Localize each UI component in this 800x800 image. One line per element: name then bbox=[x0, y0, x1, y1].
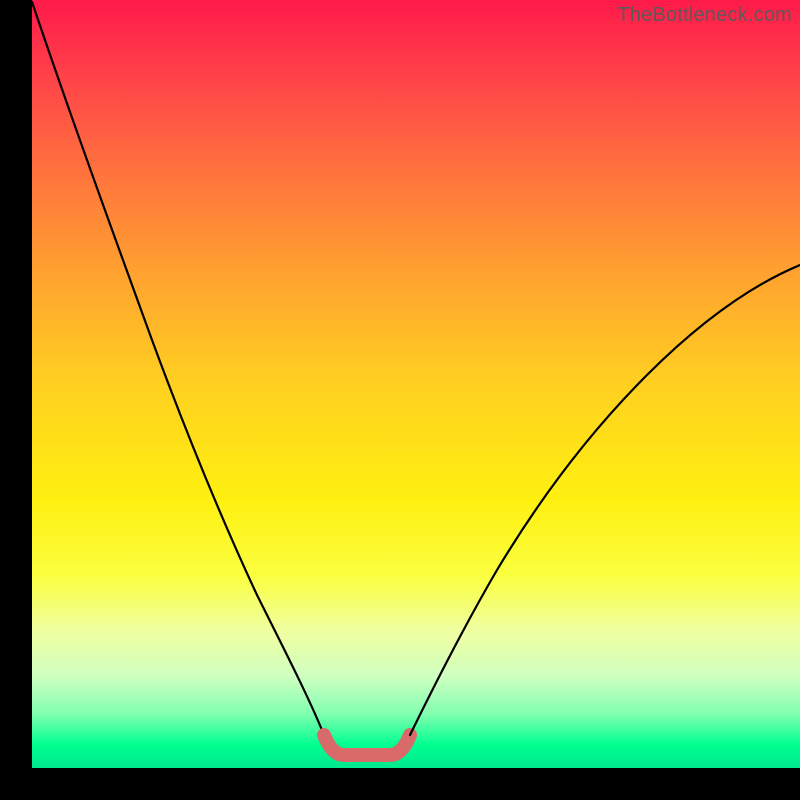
left-curve bbox=[32, 2, 324, 735]
chart-frame: TheBottleneck.com bbox=[32, 0, 800, 768]
curve-plot bbox=[32, 0, 800, 768]
flat-bottom bbox=[324, 735, 410, 755]
right-curve bbox=[410, 265, 800, 735]
